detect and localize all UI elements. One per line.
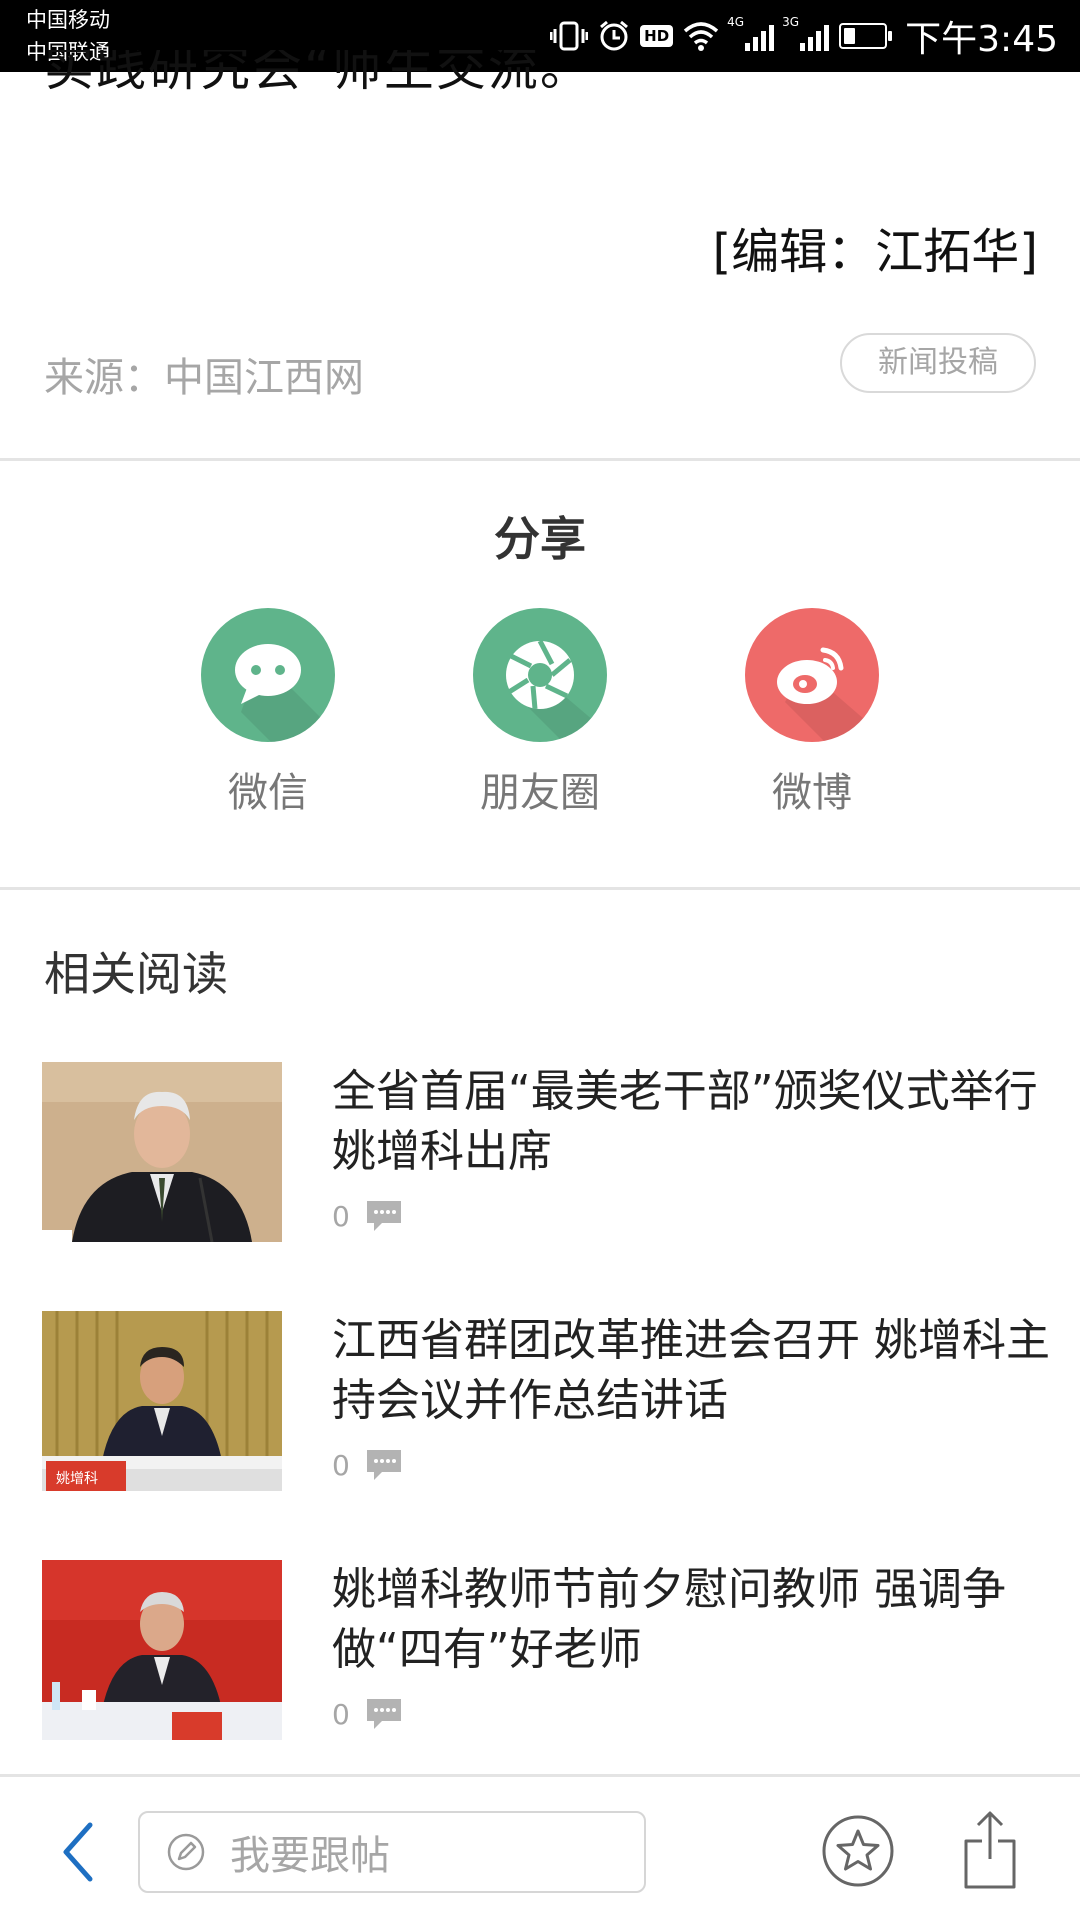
comment-icon: [366, 1450, 401, 1480]
article-source: 来源：中国江西网: [44, 355, 364, 401]
reply-input[interactable]: 我要跟帖: [138, 1811, 646, 1893]
battery-icon: [839, 23, 893, 49]
wechat-icon: [235, 644, 335, 742]
share-moments-button[interactable]: 朋友圈: [440, 608, 640, 818]
news-thumbnail: 姚增科: [42, 1311, 282, 1491]
carrier-name-1: 中国移动: [26, 8, 110, 32]
signal-3g-icon: 3G: [782, 15, 830, 51]
related-news-item[interactable]: 姚增科 江西省群团改革推进会召开 姚增科主持会议并作总结讲话 0: [42, 1311, 1050, 1491]
network-3g-label: 3G: [782, 15, 800, 29]
share-title: 分享: [494, 512, 586, 566]
share-wechat-label: 微信: [228, 770, 308, 816]
article-editor: [编辑：江拓华]: [712, 224, 1038, 280]
comment-icon: [366, 1699, 401, 1729]
status-time: 下午3:45: [905, 19, 1058, 60]
comment-count: 0: [332, 1448, 350, 1482]
news-submit-button[interactable]: 新闻投稿: [840, 333, 1036, 393]
comment-count: 0: [332, 1697, 350, 1731]
related-reading-title: 相关阅读: [44, 947, 228, 1001]
divider: [0, 458, 1080, 461]
back-arrow-icon[interactable]: [54, 1817, 104, 1887]
share-weibo-button[interactable]: 微博: [712, 608, 912, 818]
wifi-icon: [684, 22, 719, 51]
bottom-toolbar: 我要跟帖: [0, 1774, 1080, 1923]
reply-placeholder: 我要跟帖: [230, 1833, 390, 1879]
related-news-item[interactable]: 全省首届“最美老干部”颁奖仪式举行 姚增科出席 0: [42, 1062, 1042, 1242]
comment-icon: [366, 1201, 401, 1231]
share-moments-label: 朋友圈: [480, 770, 600, 816]
svg-text:姚增科: 姚增科: [56, 1471, 98, 1487]
network-4g-label: 4G: [727, 15, 745, 29]
news-title: 全省首届“最美老干部”颁奖仪式举行 姚增科出席: [332, 1066, 1038, 1177]
hd-badge: HD: [640, 25, 674, 47]
news-title: 姚增科教师节前夕慰问教师 强调争做“四有”好老师: [332, 1564, 1006, 1675]
weibo-icon: [777, 647, 879, 742]
share-icon[interactable]: [962, 1807, 1018, 1891]
signal-4g-icon: 4G: [727, 15, 775, 51]
news-thumbnail: [42, 1560, 282, 1740]
star-icon[interactable]: [820, 1813, 896, 1889]
vibrate-icon: [550, 21, 589, 51]
alarm-icon: [600, 20, 629, 51]
pencil-icon: [167, 1833, 205, 1871]
news-title: 江西省群团改革推进会召开 姚增科主持会议并作总结讲话: [332, 1315, 1050, 1426]
moments-icon: [506, 639, 607, 742]
comment-count: 0: [332, 1199, 350, 1233]
share-weibo-label: 微博: [772, 770, 852, 816]
related-news-item[interactable]: 姚增科教师节前夕慰问教师 强调争做“四有”好老师 0: [42, 1560, 1042, 1740]
news-thumbnail: [42, 1062, 282, 1242]
divider: [0, 887, 1080, 890]
share-wechat-button[interactable]: 微信: [168, 608, 368, 818]
